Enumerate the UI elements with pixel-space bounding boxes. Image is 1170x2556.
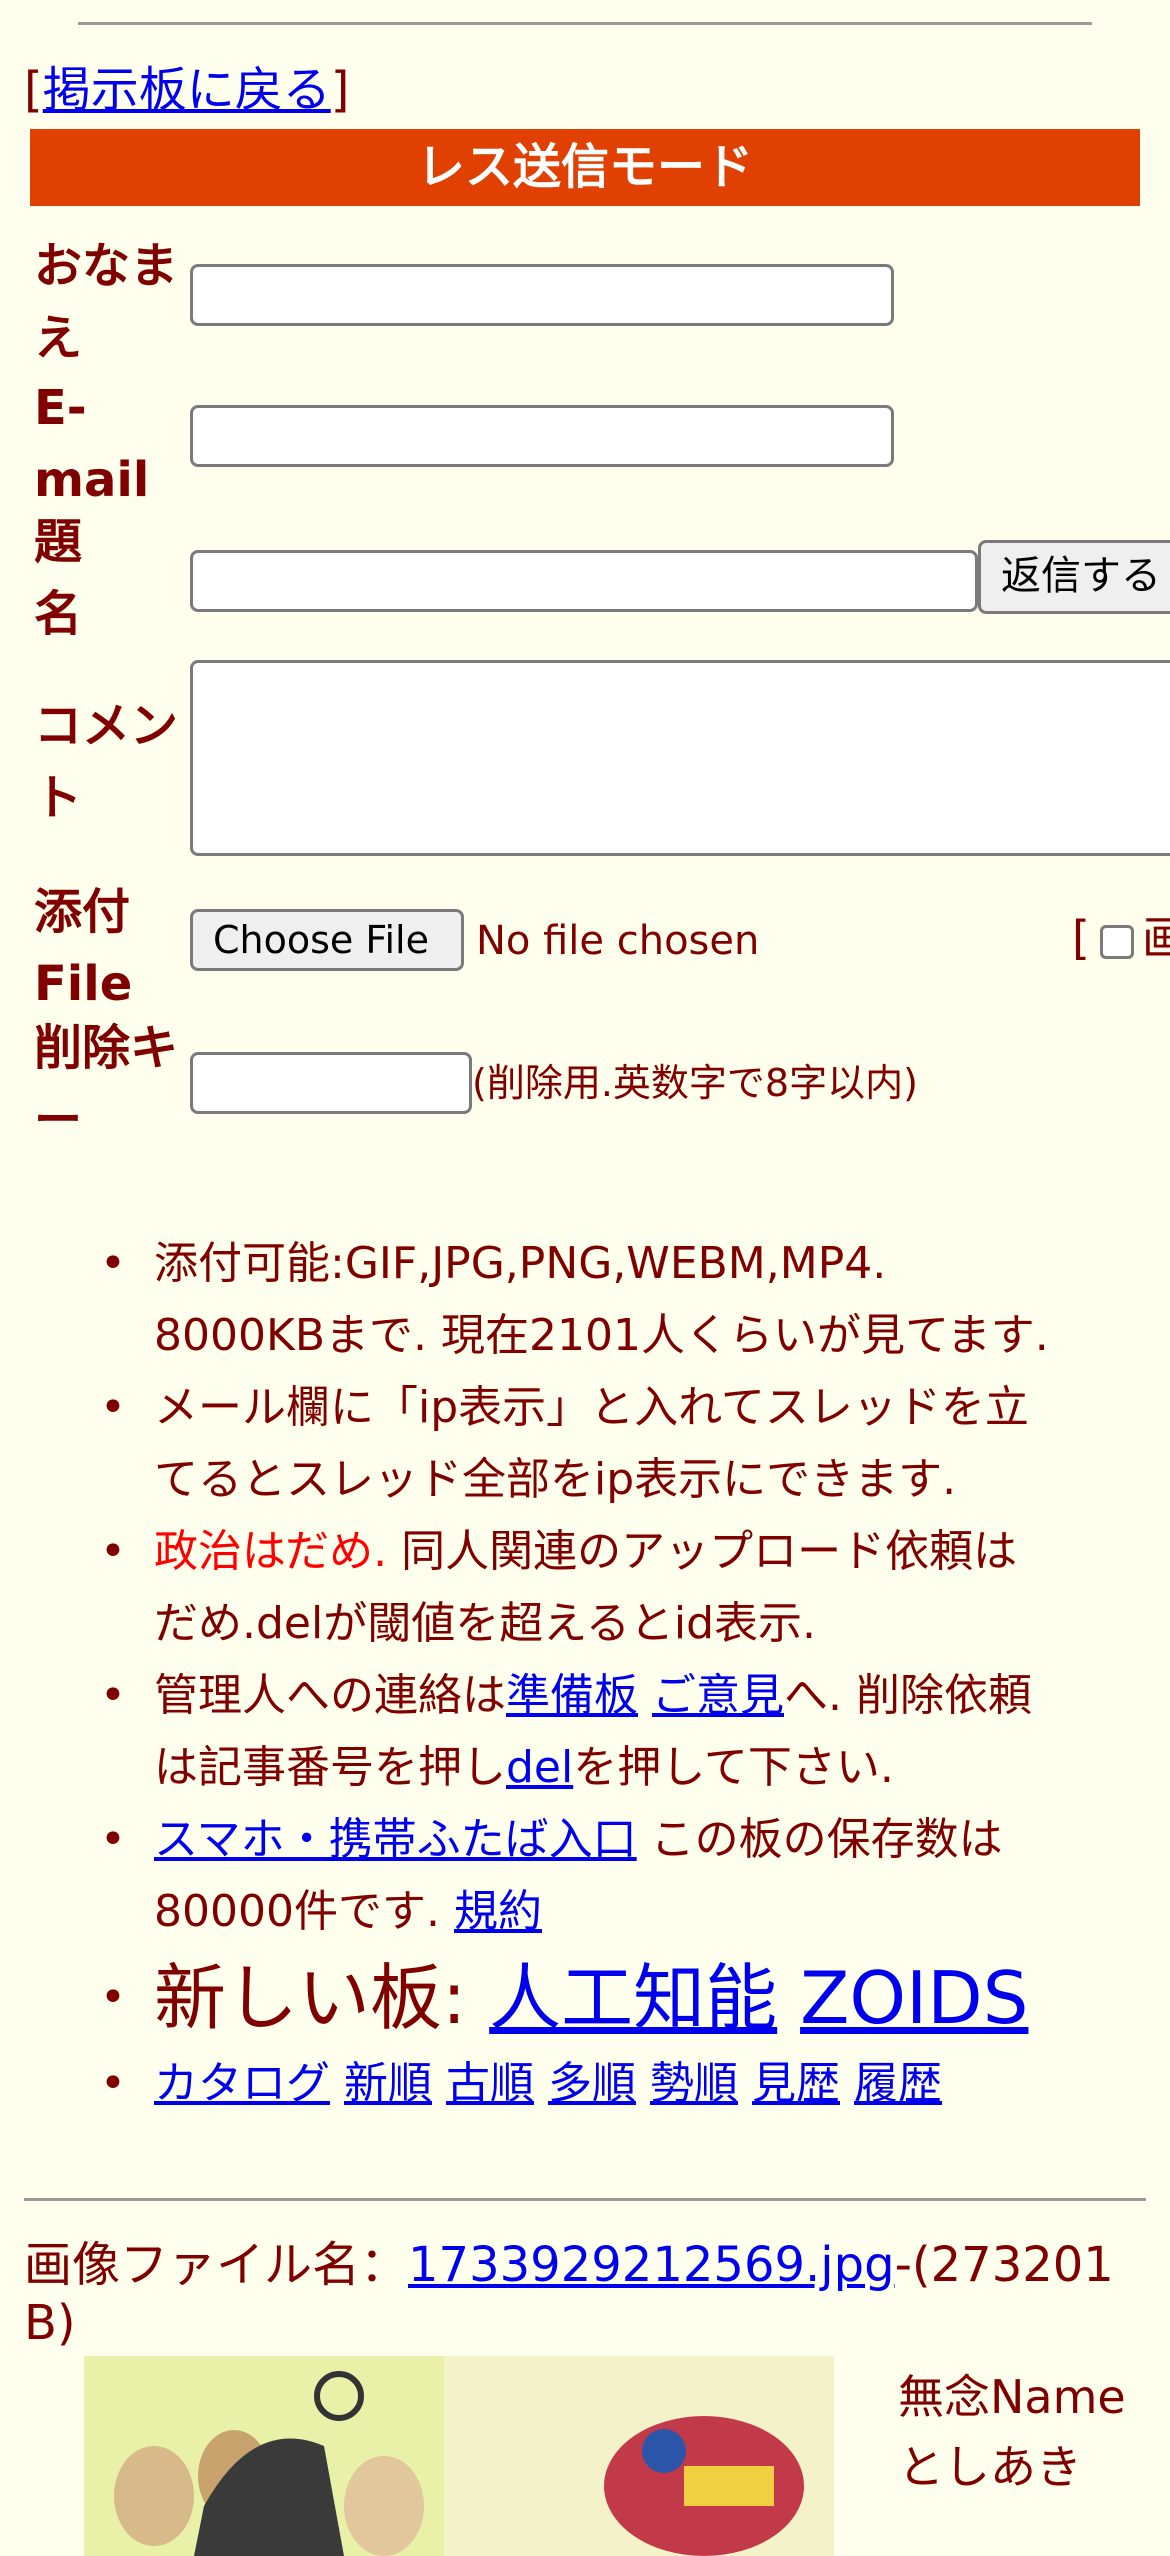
info-text: 8000KBまで. 現在2101人くらいが見てます. [154, 1310, 1049, 1361]
feedback-link[interactable]: ご意見 [652, 1670, 784, 1721]
sort-oldest-link[interactable]: 古順 [446, 2058, 534, 2109]
image-option-bracket: [ [1072, 911, 1090, 965]
sort-newest-link[interactable]: 新順 [344, 2058, 432, 2109]
file-name-label: 画像ファイル名： [24, 2237, 409, 2293]
image-option-checkbox[interactable] [1099, 924, 1134, 959]
file-label-line1: 添付 [34, 884, 131, 940]
email-label-line1: E- [34, 380, 87, 436]
info-text: 同人関連のアップロード依頼は [387, 1526, 1018, 1577]
post-history-link[interactable]: 履歴 [854, 2058, 942, 2109]
bullet: • [100, 1972, 126, 2023]
zoids-board-link[interactable]: ZOIDS [800, 1956, 1028, 2040]
info-item-rules: • 政治はだめ. 同人関連のアップロード依頼は だめ.delが閾値を超えるとid… [98, 1516, 1158, 1660]
info-item-mobile: • スマホ・携帯ふたば入口 この板の保存数は 80000件です. 規約 [98, 1804, 1158, 1948]
info-text: メール欄に「ip表示」と入れてスレッドを立 [154, 1382, 1029, 1433]
catalog-link[interactable]: カタログ [154, 2058, 330, 2109]
info-text: だめ.delが閾値を超えるとid表示. [154, 1598, 817, 1649]
prep-board-link[interactable]: 準備板 [506, 1670, 638, 1721]
image-option-text: 画 [1141, 911, 1170, 965]
poster-name: としあき [898, 2440, 1082, 2494]
subject-label: 題 名 [34, 506, 184, 650]
subject-input[interactable] [190, 550, 978, 612]
del-link[interactable]: del [506, 1742, 573, 1793]
top-divider [78, 22, 1092, 25]
name-label: おなま え [34, 230, 184, 374]
email-input[interactable] [190, 405, 894, 467]
bullet: • [100, 1238, 126, 1289]
info-text: を押して下さい. [573, 1742, 894, 1793]
bracket-open: [ [24, 62, 43, 118]
choose-file-button[interactable]: Choose File [190, 909, 464, 971]
back-to-board: [掲示板に戻る] [24, 58, 349, 122]
reply-mode-banner: レス送信モード [30, 129, 1140, 206]
info-item-attachments: • 添付可能:GIF,JPG,PNG,WEBM,MP4. 8000KBまで. 現… [98, 1228, 1158, 1372]
delete-key-label: 削除キ ー [34, 1012, 184, 1156]
info-text: この板の保存数は [636, 1814, 1003, 1865]
subject-name: 無念Name [898, 2370, 1126, 2424]
name-label-line1: おなま [34, 238, 179, 294]
thumbnail-art [84, 2356, 834, 2556]
post-image-thumbnail[interactable] [84, 2356, 834, 2556]
viewed-history-link[interactable]: 見歴 [752, 2058, 840, 2109]
board-info-list: • 添付可能:GIF,JPG,PNG,WEBM,MP4. 8000KBまで. 現… [98, 1228, 1158, 2120]
file-label: 添付 File [34, 876, 184, 1020]
subject-label-line1: 題 [34, 514, 83, 570]
submit-reply-button[interactable]: 返信する [978, 540, 1170, 614]
comment-textarea[interactable] [190, 660, 1170, 856]
file-label-line2: File [34, 956, 133, 1012]
bullet: • [100, 2058, 126, 2109]
name-label-line2: え [34, 310, 83, 366]
sort-momentum-link[interactable]: 勢順 [650, 2058, 738, 2109]
mobile-entrance-link[interactable]: スマホ・携帯ふたば入口 [154, 1814, 637, 1865]
subject-label-line2: 名 [34, 586, 83, 642]
rule-warning: 政治はだめ. [154, 1526, 388, 1577]
email-label: E- mail [34, 372, 184, 516]
info-text: 添付可能:GIF,JPG,PNG,WEBM,MP4. [154, 1238, 887, 1289]
info-text: てるとスレッド全部をip表示にできます. [154, 1454, 957, 1505]
info-text: は記事番号を押し [154, 1742, 506, 1793]
image-file-link[interactable]: 1733929212569.jpg [408, 2237, 895, 2293]
poster-name-block: 無念Name としあき [898, 2362, 1126, 2502]
thread-divider [24, 2198, 1146, 2201]
delete-key-note: (削除用.英数字で8字以内) [472, 1061, 918, 1105]
info-text: 管理人への連絡は [154, 1670, 506, 1721]
info-item-nav: • カタログ 新順 古順 多順 勢順 見歴 履歴 [98, 2048, 1158, 2120]
bullet: • [100, 1670, 126, 1721]
back-to-board-link[interactable]: 掲示板に戻る [43, 62, 331, 118]
file-size: -(273201 [894, 2237, 1114, 2293]
terms-link[interactable]: 規約 [454, 1886, 542, 1937]
sort-most-replies-link[interactable]: 多順 [548, 2058, 636, 2109]
name-input[interactable] [190, 264, 894, 326]
comment-label-line1: コメン [34, 698, 179, 754]
bracket-close: ] [330, 62, 350, 118]
info-item-ip-display: • メール欄に「ip表示」と入れてスレッドを立 てるとスレッド全部をip表示にで… [98, 1372, 1158, 1516]
no-file-chosen-text: No file chosen [476, 918, 760, 964]
comment-label: コメン ト [34, 690, 184, 834]
post-file-info: 画像ファイル名：1733929212569.jpg-(273201 B) [24, 2236, 1154, 2352]
info-text: 80000件です. [154, 1886, 454, 1937]
delete-key-label-line1: 削除キ [34, 1020, 179, 1076]
bullet: • [100, 1382, 126, 1433]
info-text: へ. 削除依頼 [784, 1670, 1032, 1721]
comment-label-line2: ト [34, 770, 83, 826]
file-size-unit: B) [24, 2295, 76, 2351]
new-boards-label: 新しい板: [154, 1956, 490, 2040]
delete-key-label-line2: ー [34, 1092, 83, 1148]
ai-board-link[interactable]: 人工知能 [489, 1956, 777, 2040]
bullet: • [100, 1814, 126, 1865]
bullet: • [100, 1526, 126, 1577]
delete-key-input[interactable] [190, 1052, 472, 1114]
info-item-contact: • 管理人への連絡は準備板 ご意見へ. 削除依頼 は記事番号を押しdelを押して… [98, 1660, 1158, 1804]
info-item-new-boards: • 新しい板: 人工知能 ZOIDS [98, 1948, 1158, 2048]
image-option: [画 [1072, 908, 1170, 968]
